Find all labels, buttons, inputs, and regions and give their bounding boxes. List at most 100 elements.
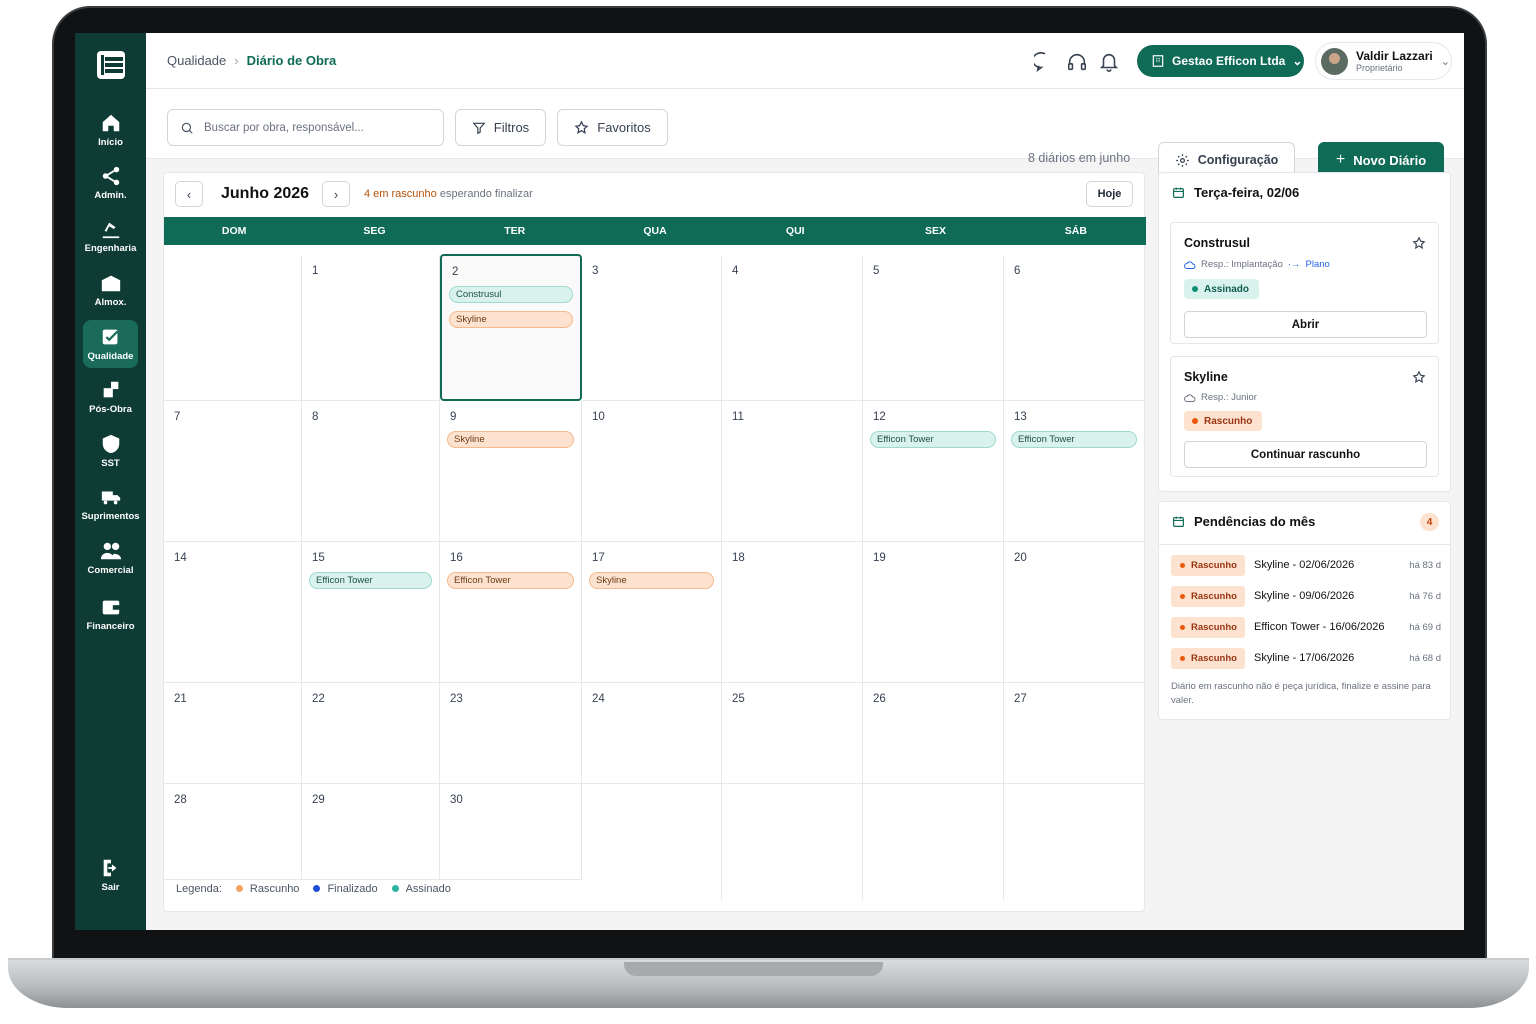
filters-button[interactable]: Filtros — [455, 109, 546, 146]
day-cell-selected[interactable]: 2 Construsul Skyline — [440, 254, 582, 401]
day-cell[interactable]: 5 — [863, 255, 1004, 401]
resp-text: Resp.: Junior — [1201, 392, 1257, 403]
sidebar-item-sst[interactable]: SST — [83, 427, 138, 475]
user-menu[interactable]: Valdir Lazzari Proprietário ⌄ — [1315, 42, 1452, 80]
prev-month-button[interactable]: ‹ — [175, 181, 203, 207]
building-icon — [1152, 55, 1164, 67]
next-month-button[interactable]: › — [322, 181, 350, 207]
share-icon — [102, 166, 119, 186]
day-cell[interactable]: 28 — [164, 784, 302, 880]
day-cell[interactable]: 14 — [164, 542, 302, 683]
draft-note: 4 em rascunho esperando finalizar — [364, 188, 533, 200]
day-cell[interactable]: 20 — [1004, 542, 1145, 683]
sidebar-item-suprimentos[interactable]: Suprimentos — [81, 480, 140, 528]
day-cell[interactable]: 27 — [1004, 683, 1145, 784]
day-cell[interactable]: 18 — [722, 542, 863, 683]
star-icon[interactable] — [1412, 236, 1426, 250]
draft-count[interactable]: 4 em rascunho — [364, 188, 437, 200]
day-cell[interactable]: 15 Efficon Tower — [302, 542, 440, 683]
day-cell[interactable]: 23 — [440, 683, 582, 784]
pending-item[interactable]: Rascunho Efficon Tower - 16/06/2026 há 69 … — [1171, 616, 1441, 638]
day-cell[interactable]: 24 — [582, 683, 722, 784]
day-cell[interactable]: 1 — [302, 255, 440, 401]
pending-item[interactable]: Rascunho Skyline - 02/06/2026 há 83 d — [1171, 554, 1441, 576]
day-cell[interactable]: 4 — [722, 255, 863, 401]
pending-count-badge: 4 — [1420, 513, 1439, 531]
sidebar-item-label: SST — [101, 458, 120, 469]
user-name: Valdir Lazzari — [1356, 49, 1433, 63]
day-cell[interactable]: 25 — [722, 683, 863, 784]
empty-day-cell — [1004, 784, 1145, 900]
pending-item[interactable]: Rascunho Skyline - 09/06/2026 há 76 d — [1171, 585, 1441, 607]
day-cell[interactable]: 30 — [440, 784, 582, 880]
day-cell[interactable]: 12 Efficon Tower — [863, 401, 1004, 542]
day-number: 6 — [1014, 265, 1021, 277]
calendar-event[interactable]: Skyline — [447, 431, 574, 448]
day-number: 21 — [174, 693, 187, 705]
calendar-event[interactable]: Efficon Tower — [309, 572, 432, 589]
search-icon — [181, 122, 193, 134]
tag-text: Rascunho — [1191, 590, 1237, 602]
day-cell[interactable]: 6 — [1004, 255, 1145, 401]
day-cell[interactable]: 21 — [164, 683, 302, 784]
sidebar-item-engenharia[interactable]: Engenharia — [83, 212, 138, 260]
today-button[interactable]: Hoje — [1086, 181, 1133, 207]
new-diary-label: Novo Diário — [1353, 152, 1427, 168]
plus-icon: + — [1335, 151, 1346, 168]
day-number: 13 — [1014, 411, 1027, 423]
weekday-label: DOM — [221, 225, 247, 237]
favorites-label: Favoritos — [597, 120, 651, 135]
day-cell[interactable]: 11 — [722, 401, 863, 542]
sidebar-item-comercial[interactable]: Comercial — [83, 534, 138, 582]
day-cell[interactable]: 9 Skyline — [440, 401, 582, 542]
chat-button[interactable] — [1032, 51, 1056, 73]
sidebar-item-almox[interactable]: Almox. — [83, 266, 138, 314]
sidebar-item-admin[interactable]: Admin. — [83, 159, 138, 207]
notifications-button[interactable] — [1098, 51, 1120, 73]
sidebar-item-financeiro[interactable]: Financeiro — [83, 590, 138, 638]
empty-day-cell — [863, 784, 1004, 900]
day-title: Terça-feira, 02/06 — [1194, 185, 1300, 200]
draft-tag: Rascunho — [1171, 616, 1245, 638]
day-number: 14 — [174, 552, 187, 564]
empty-day-cell — [722, 784, 863, 900]
day-cell[interactable]: 26 — [863, 683, 1004, 784]
day-cell[interactable]: 10 — [582, 401, 722, 542]
calendar-event[interactable]: Skyline — [589, 572, 714, 589]
search-input[interactable]: Buscar por obra, responsável... — [167, 109, 444, 146]
month-title: Junho 2026 — [221, 185, 310, 202]
day-number: 4 — [732, 265, 739, 277]
favorites-button[interactable]: Favoritos — [557, 109, 668, 146]
support-button[interactable] — [1066, 51, 1088, 73]
day-cell[interactable]: 16 Efficon Tower — [440, 542, 582, 683]
continue-draft-button[interactable]: Continuar rascunho — [1184, 441, 1427, 468]
company-selector[interactable]: Gestao Efficon Ltda ⌄ — [1137, 45, 1304, 77]
sidebar-item-pos-obra[interactable]: Pós-Obra — [83, 373, 138, 421]
day-cell[interactable]: 7 — [164, 401, 302, 542]
calendar-event[interactable]: Efficon Tower — [870, 431, 996, 448]
pending-age: há 83 d — [1409, 559, 1441, 571]
day-number: 11 — [732, 411, 744, 423]
open-button[interactable]: Abrir — [1184, 311, 1427, 338]
pending-title-text: Pendências do mês — [1194, 514, 1316, 529]
logout-button[interactable]: Sair — [83, 851, 138, 899]
pending-text: Skyline - 17/06/2026 — [1254, 652, 1355, 664]
breadcrumb-parent[interactable]: Qualidade — [167, 53, 226, 68]
star-icon[interactable] — [1412, 370, 1426, 384]
calendar-event[interactable]: Efficon Tower — [447, 572, 574, 589]
day-cell[interactable]: 17 Skyline — [582, 542, 722, 683]
plan-link[interactable]: Plano — [1306, 259, 1330, 270]
day-cell[interactable]: 19 — [863, 542, 1004, 683]
pending-item[interactable]: Rascunho Skyline - 17/06/2026 há 68 d — [1171, 647, 1441, 669]
weekday-label: SÁB — [1064, 225, 1087, 237]
calendar-event[interactable]: Efficon Tower — [1011, 431, 1137, 448]
sidebar-item-inicio[interactable]: Início — [83, 106, 138, 154]
calendar-event[interactable]: Skyline — [449, 311, 573, 328]
day-cell[interactable]: 13 Efficon Tower — [1004, 401, 1145, 542]
day-cell[interactable]: 22 — [302, 683, 440, 784]
calendar-event[interactable]: Construsul — [449, 286, 573, 303]
day-cell[interactable]: 3 — [582, 255, 722, 401]
day-cell[interactable]: 8 — [302, 401, 440, 542]
sidebar-item-qualidade[interactable]: Qualidade — [83, 320, 138, 368]
day-cell[interactable]: 29 — [302, 784, 440, 880]
